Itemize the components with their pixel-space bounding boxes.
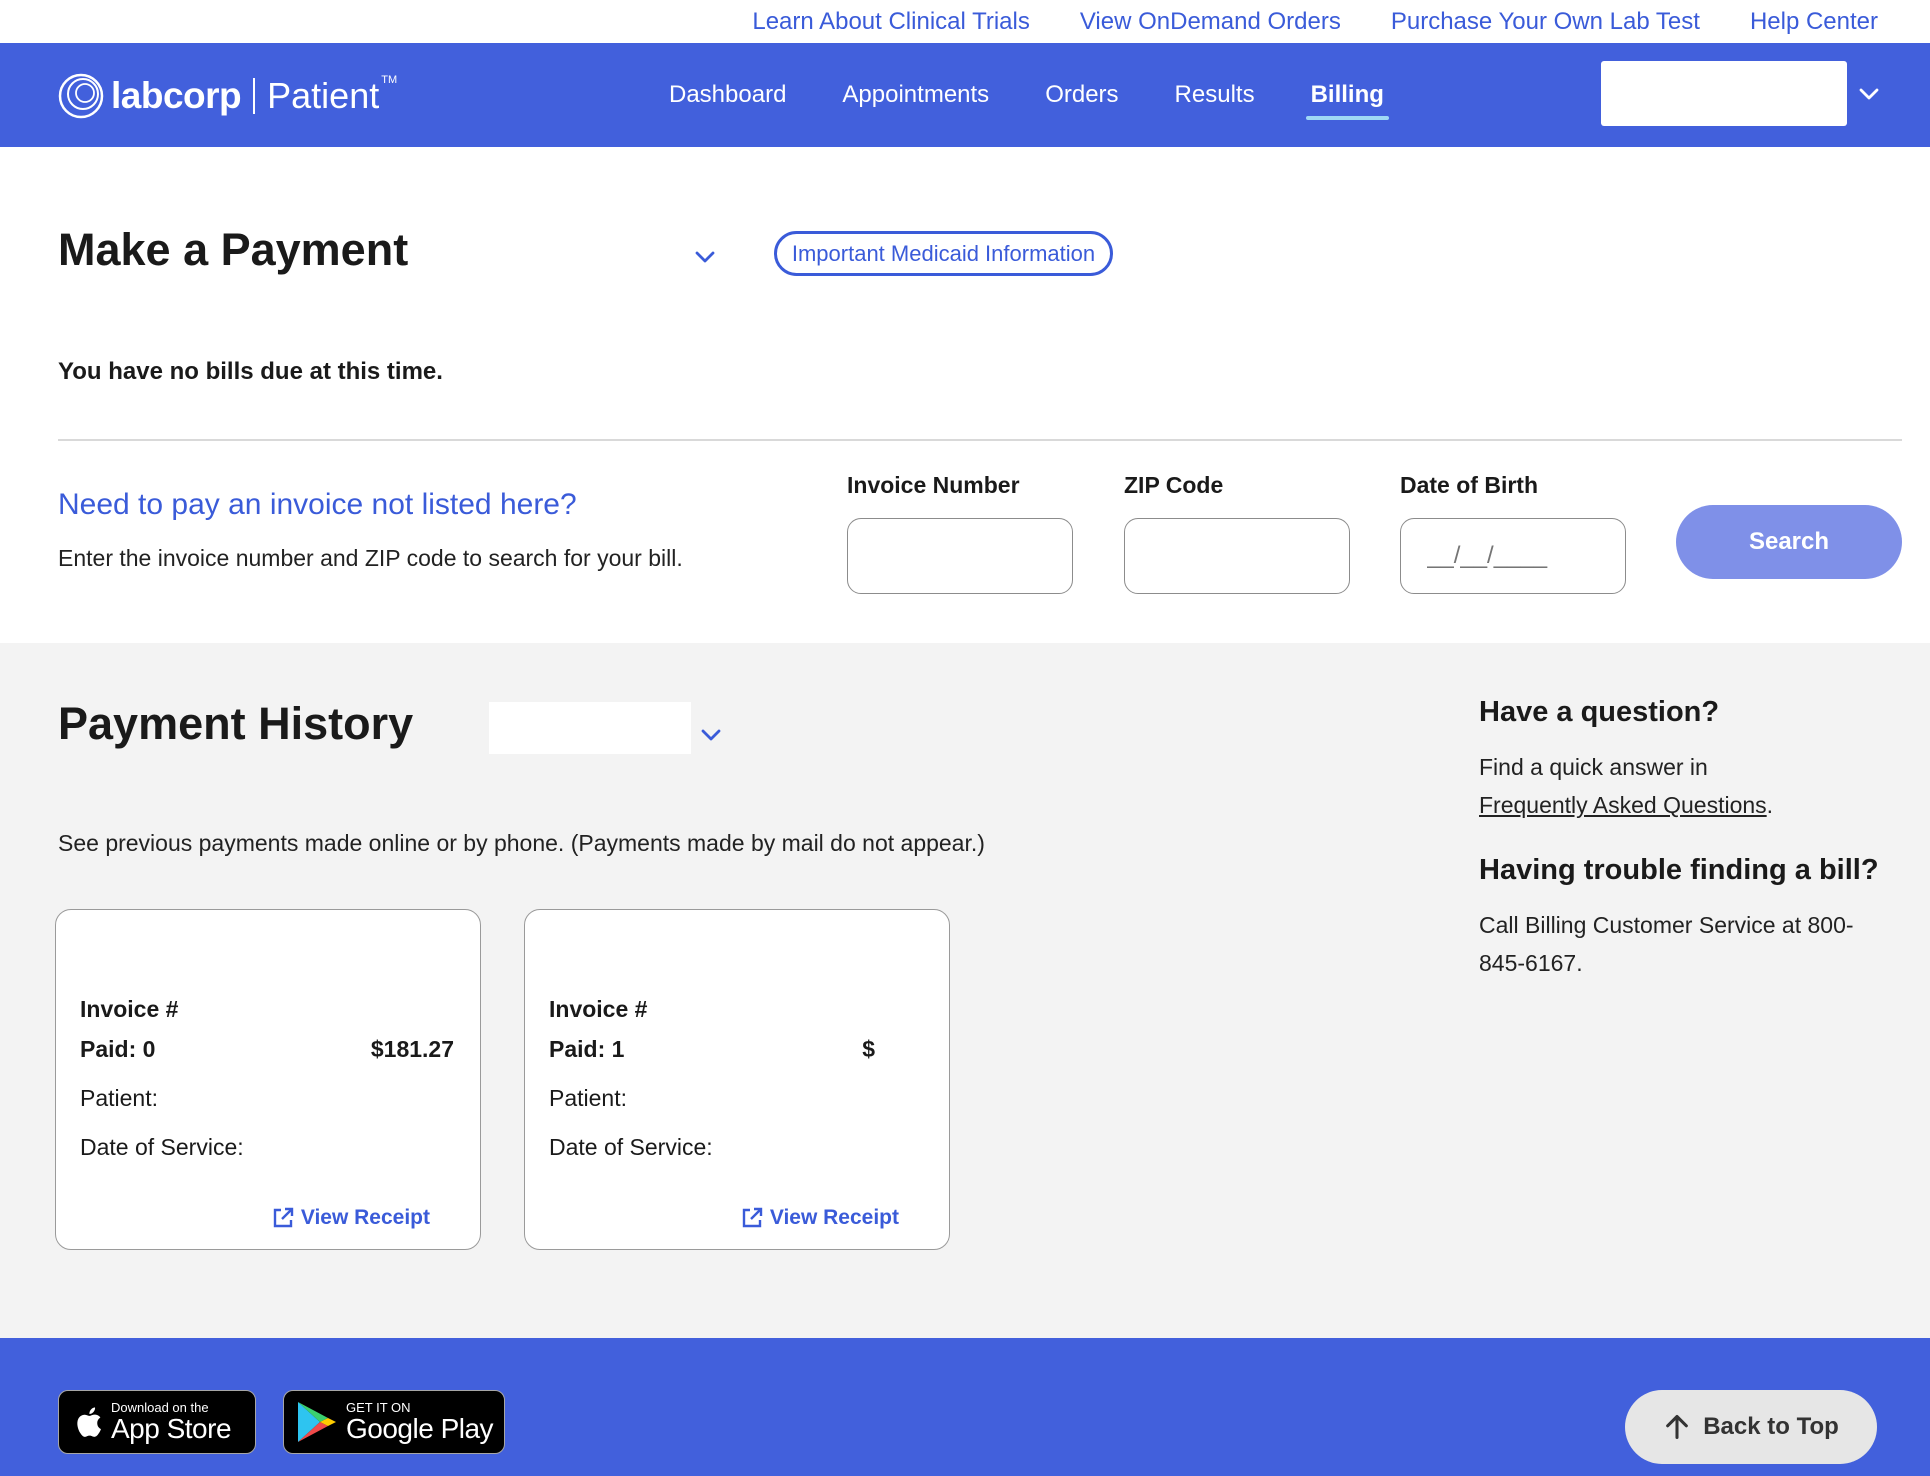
payment-card: Invoice # Paid: 0 $181.27 Patient: Date … (55, 909, 481, 1250)
payment-amount: $ (862, 1036, 875, 1062)
google-play-badge[interactable]: GET IT ON Google Play (283, 1390, 505, 1454)
make-payment-section: Make a Payment Important Medicaid Inform… (0, 147, 1930, 643)
zip-code-input[interactable] (1124, 518, 1350, 594)
labcorp-logo[interactable]: labcorp Patient TM (57, 72, 397, 120)
back-to-top-button[interactable]: Back to Top (1625, 1390, 1877, 1464)
footer: Download on the App Store GET IT ON Goog… (0, 1338, 1930, 1476)
payment-amount: $181.27 (370, 1036, 454, 1062)
question-body: Find a quick answer in (1479, 754, 1708, 780)
date-of-service-label: Date of Service: (549, 1134, 713, 1160)
app-store-small: Download on the (111, 1399, 209, 1415)
external-link-icon (742, 1207, 763, 1228)
view-receipt-label: View Receipt (769, 1206, 899, 1229)
view-receipt-label: View Receipt (300, 1206, 430, 1229)
invoice-search-heading: Need to pay an invoice not listed here? (58, 488, 577, 521)
payment-history-description: See previous payments made online or by … (58, 830, 985, 856)
app-store-text: Download on the App Store (111, 1399, 232, 1444)
section-divider (58, 439, 1902, 441)
medicaid-info-button[interactable]: Important Medicaid Information (774, 231, 1113, 276)
date-of-birth-label: Date of Birth (1400, 472, 1538, 498)
link-clinical-trials[interactable]: Learn About Clinical Trials (752, 8, 1029, 36)
history-filter-select[interactable] (489, 702, 691, 754)
invoice-number: Invoice # (80, 996, 179, 1022)
labcorp-logo-icon (58, 73, 104, 119)
main-header: labcorp Patient TM Dashboard Appointment… (0, 43, 1930, 147)
google-play-small: GET IT ON (346, 1399, 411, 1415)
logo-wordmark: labcorp (111, 75, 242, 116)
apple-icon (77, 1407, 101, 1437)
nav-billing[interactable]: Billing (1283, 43, 1412, 147)
account-menu[interactable] (1601, 61, 1847, 126)
page-title: Make a Payment (58, 224, 409, 275)
link-ondemand-orders[interactable]: View OnDemand Orders (1080, 8, 1341, 36)
question-text: Find a quick answer in Frequently Asked … (1479, 748, 1899, 824)
nav-orders[interactable]: Orders (1017, 43, 1146, 147)
paid-date: Paid: 1 (549, 1036, 625, 1062)
arrow-up-icon (1666, 1414, 1689, 1440)
primary-nav: Dashboard Appointments Orders Results Bi… (641, 43, 1412, 147)
paid-date: Paid: 0 (80, 1036, 156, 1062)
google-play-icon (298, 1402, 336, 1442)
app-store-badge[interactable]: Download on the App Store (58, 1390, 256, 1454)
logo-product-name: Patient (267, 75, 380, 116)
zip-code-label: ZIP Code (1124, 472, 1224, 498)
logo-separator (253, 78, 256, 114)
history-filter-chevron-down-icon[interactable] (699, 723, 723, 747)
view-receipt-link[interactable]: View Receipt (740, 1206, 899, 1230)
nav-appointments[interactable]: Appointments (814, 43, 1017, 147)
date-of-birth-input[interactable] (1400, 518, 1626, 594)
invoice-number-input[interactable] (847, 518, 1073, 594)
nav-dashboard[interactable]: Dashboard (641, 43, 814, 147)
payment-card: Invoice # Paid: 1 $ Patient: Date of Ser… (524, 909, 950, 1250)
back-to-top-label: Back to Top (1703, 1413, 1839, 1440)
payment-history-title: Payment History (58, 698, 414, 749)
utility-nav: Learn About Clinical Trials View OnDeman… (0, 0, 1930, 43)
account-chevron-down-icon[interactable] (1858, 83, 1880, 105)
search-button[interactable]: Search (1676, 505, 1902, 579)
faq-suffix: . (1766, 792, 1774, 818)
invoice-number: Invoice # (549, 996, 648, 1022)
logo-trademark: TM (381, 74, 398, 86)
view-receipt-link[interactable]: View Receipt (271, 1206, 430, 1230)
faq-link[interactable]: Frequently Asked Questions (1479, 792, 1767, 818)
invoice-search-help: Enter the invoice number and ZIP code to… (58, 545, 683, 571)
question-heading: Have a question? (1479, 696, 1720, 728)
trouble-heading: Having trouble finding a bill? (1479, 854, 1879, 886)
date-of-service-label: Date of Service: (80, 1134, 244, 1160)
external-link-icon (273, 1207, 294, 1228)
link-purchase-lab-test[interactable]: Purchase Your Own Lab Test (1391, 8, 1700, 36)
app-store-big: App Store (111, 1412, 232, 1444)
trouble-text: Call Billing Customer Service at 800-845… (1479, 912, 1854, 976)
nav-results[interactable]: Results (1147, 43, 1283, 147)
invoice-number-label: Invoice Number (847, 472, 1020, 498)
patient-label: Patient: (549, 1085, 627, 1111)
no-bills-message: You have no bills due at this time. (58, 358, 443, 385)
link-help-center[interactable]: Help Center (1750, 8, 1878, 36)
payment-history-section: Payment History See previous payments ma… (0, 643, 1930, 1338)
google-play-text: GET IT ON Google Play (346, 1399, 494, 1444)
google-play-big: Google Play (346, 1412, 494, 1444)
patient-label: Patient: (80, 1085, 158, 1111)
patient-select-chevron-down-icon[interactable] (693, 245, 717, 269)
